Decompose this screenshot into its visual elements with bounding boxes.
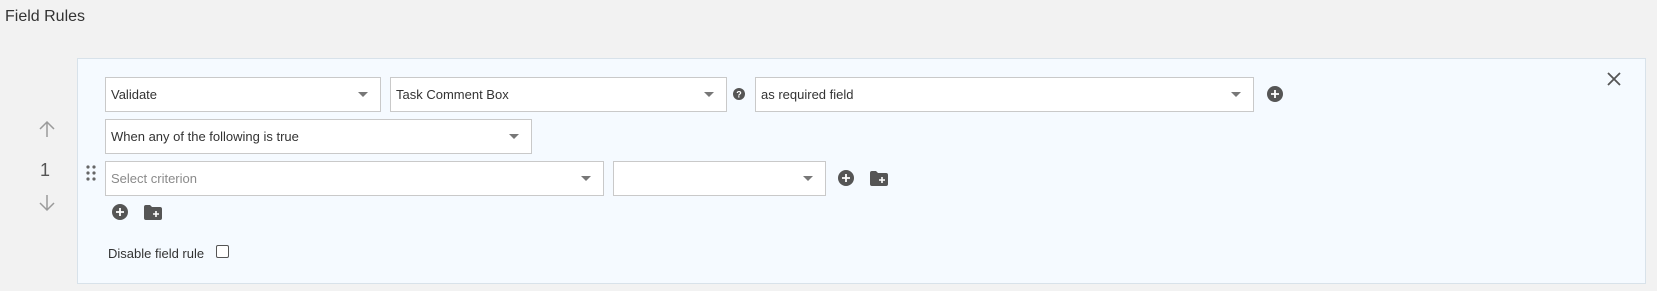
field-select-value: Task Comment Box <box>396 87 509 102</box>
chevron-down-icon <box>509 134 519 139</box>
action-select-value: Validate <box>111 87 158 102</box>
operator-select[interactable] <box>613 161 826 196</box>
disable-rule-checkbox[interactable] <box>216 245 229 258</box>
action-select[interactable]: Validate <box>105 77 381 112</box>
drag-handle-icon[interactable] <box>85 164 97 182</box>
field-select[interactable]: Task Comment Box <box>390 77 727 112</box>
criterion-select[interactable]: Select criterion <box>105 161 604 196</box>
add-criterion-group-button[interactable] <box>870 171 888 186</box>
chevron-down-icon <box>704 92 714 97</box>
validation-select[interactable]: as required field <box>755 77 1254 112</box>
close-icon[interactable] <box>1605 70 1623 88</box>
chevron-down-icon <box>803 176 813 181</box>
help-icon[interactable]: ? <box>733 88 745 100</box>
svg-text:?: ? <box>736 90 742 100</box>
disable-rule-label: Disable field rule <box>108 246 205 261</box>
add-condition-button[interactable] <box>112 204 128 220</box>
validation-select-value: as required field <box>761 87 854 102</box>
condition-select[interactable]: When any of the following is true <box>105 119 532 154</box>
rule-order-number: 1 <box>40 160 51 180</box>
condition-select-value: When any of the following is true <box>111 129 299 144</box>
criterion-select-placeholder: Select criterion <box>111 171 197 186</box>
chevron-down-icon <box>1231 92 1241 97</box>
arrow-down-icon[interactable] <box>36 192 58 214</box>
page-title: Field Rules <box>5 8 86 25</box>
chevron-down-icon <box>581 176 591 181</box>
add-condition-group-button[interactable] <box>144 205 162 220</box>
add-action-button[interactable] <box>1267 86 1283 102</box>
arrow-up-icon[interactable] <box>36 118 58 140</box>
add-criterion-button[interactable] <box>838 170 854 186</box>
chevron-down-icon <box>358 92 368 97</box>
